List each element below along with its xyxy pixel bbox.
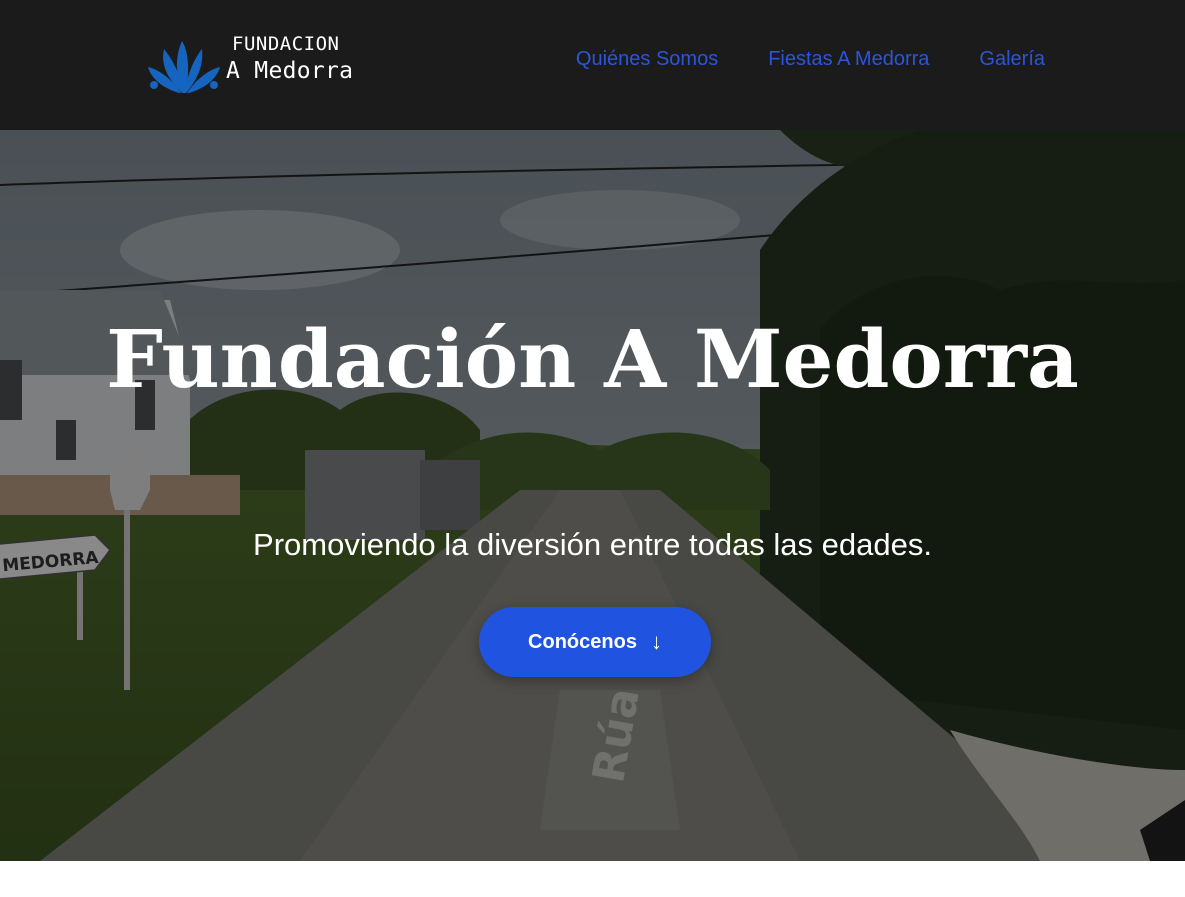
nav-link-fiestas[interactable]: Fiestas A Medorra bbox=[768, 48, 929, 71]
logo-text: FUNDACION A Medorra bbox=[226, 35, 353, 83]
hero-overlay bbox=[0, 130, 1185, 861]
hero-subtitle: Promoviendo la diversión entre todas las… bbox=[253, 527, 932, 562]
main-nav: Quiénes Somos Fiestas A Medorra Galería bbox=[576, 48, 1045, 71]
logo-line1: FUNDACION bbox=[232, 33, 340, 55]
content-area bbox=[0, 861, 1185, 897]
nav-link-quienes-somos[interactable]: Quiénes Somos bbox=[576, 48, 718, 71]
site-header: FUNDACION A Medorra Quiénes Somos Fiesta… bbox=[0, 0, 1185, 130]
cta-label: Conócenos bbox=[528, 630, 637, 653]
hero-section: MEDORRA Rúa Fundación A Medorra Promovie… bbox=[0, 130, 1185, 861]
logo-line2: A Medorra bbox=[226, 58, 354, 84]
arrow-down-icon: ↓ bbox=[650, 629, 662, 654]
nav-link-galeria[interactable]: Galería bbox=[979, 48, 1045, 71]
hero-title: Fundación A Medorra bbox=[106, 312, 1079, 406]
conocenos-button[interactable]: Conócenos ↓ bbox=[479, 607, 711, 677]
blue-splash-icon bbox=[148, 41, 220, 93]
logo[interactable]: FUNDACION A Medorra bbox=[146, 33, 386, 97]
